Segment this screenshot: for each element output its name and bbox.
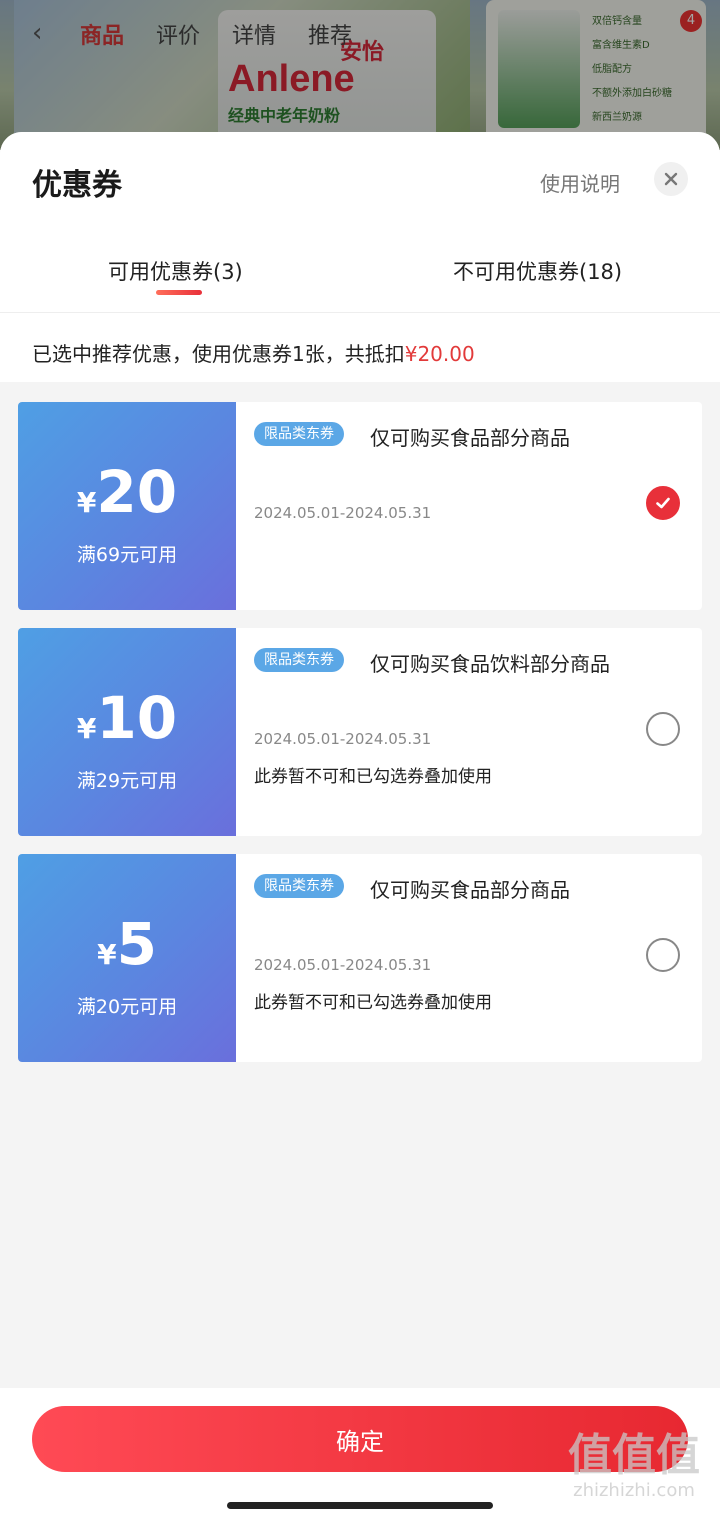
checkmark-icon: [656, 497, 670, 509]
close-button[interactable]: [654, 162, 688, 196]
coupon-checkbox[interactable]: [646, 938, 680, 972]
coupon-condition: 满69元可用: [76, 544, 178, 566]
coupon-type-tag: 限品类东券: [254, 648, 344, 672]
summary-text: 已选中推荐优惠，使用优惠券1张，共抵扣: [32, 342, 405, 366]
coupon-condition: 满29元可用: [76, 770, 178, 792]
coupon-card[interactable]: ¥20 满69元可用 限品类东券 仅可购买食品部分商品 2024.05.01-2…: [18, 402, 702, 610]
coupon-value: ¥10: [18, 684, 236, 752]
background-product-page: Anlene 安怡 经典中老年奶粉 双倍钙含量 富含维生素D 低脂配方 不额外添…: [0, 0, 720, 150]
active-tab-indicator: [156, 290, 202, 295]
currency-symbol: ¥: [76, 712, 97, 745]
sheet-header: 优惠券 使用说明 可用优惠券(3) 不可用优惠券(18) 已选中推荐优惠，使用优…: [0, 132, 720, 382]
modal-overlay[interactable]: [0, 0, 720, 150]
coupon-validity: 2024.05.01-2024.05.31: [254, 730, 432, 748]
currency-symbol: ¥: [76, 486, 97, 519]
coupon-tabs: 可用优惠券(3) 不可用优惠券(18): [0, 232, 720, 313]
coupon-value: ¥5: [18, 910, 236, 978]
coupon-amount: 5: [116, 910, 157, 978]
discount-amount: ¥20.00: [404, 342, 475, 366]
usage-instructions-link[interactable]: 使用说明: [540, 168, 620, 197]
close-icon: [664, 172, 678, 186]
coupon-value-panel: ¥10 满29元可用: [18, 628, 236, 836]
coupon-condition: 满20元可用: [76, 996, 178, 1018]
watermark-url: zhizhizhi.com: [573, 1480, 695, 1501]
site-watermark: 值值值 zhizhizhi.com: [568, 1430, 700, 1502]
coupon-description: 仅可购买食品部分商品: [370, 426, 570, 450]
selection-summary: 已选中推荐优惠，使用优惠券1张，共抵扣¥20.00: [32, 338, 475, 367]
coupon-stacking-note: 此券暂不可和已勾选券叠加使用: [254, 767, 492, 787]
coupon-validity: 2024.05.01-2024.05.31: [254, 956, 432, 974]
coupon-sheet: 优惠券 使用说明 可用优惠券(3) 不可用优惠券(18) 已选中推荐优惠，使用优…: [0, 132, 720, 1521]
home-indicator: [227, 1502, 493, 1509]
tab-unavailable-coupons[interactable]: 不可用优惠券(18): [453, 256, 622, 286]
coupon-card[interactable]: ¥10 满29元可用 限品类东券 仅可购买食品饮料部分商品 2024.05.01…: [18, 628, 702, 836]
sheet-title: 优惠券: [32, 168, 122, 203]
coupon-checkbox[interactable]: [646, 712, 680, 746]
coupon-validity: 2024.05.01-2024.05.31: [254, 504, 432, 522]
coupon-amount: 20: [96, 458, 178, 526]
coupon-checkbox-checked[interactable]: [646, 486, 680, 520]
coupon-amount: 10: [96, 684, 178, 752]
coupon-stacking-note: 此券暂不可和已勾选券叠加使用: [254, 993, 492, 1013]
coupon-description: 仅可购买食品部分商品: [370, 878, 570, 902]
coupon-card[interactable]: ¥5 满20元可用 限品类东券 仅可购买食品部分商品 2024.05.01-20…: [18, 854, 702, 1062]
coupon-value-panel: ¥20 满69元可用: [18, 402, 236, 610]
coupon-type-tag: 限品类东券: [254, 874, 344, 898]
currency-symbol: ¥: [97, 938, 117, 971]
watermark-logo: 值值值: [568, 1430, 700, 1481]
coupon-value: ¥20: [18, 458, 236, 526]
coupon-value-panel: ¥5 满20元可用: [18, 854, 236, 1062]
coupon-type-tag: 限品类东券: [254, 422, 344, 446]
coupon-description: 仅可购买食品饮料部分商品: [370, 652, 610, 676]
tab-available-coupons[interactable]: 可用优惠券(3): [108, 256, 243, 286]
